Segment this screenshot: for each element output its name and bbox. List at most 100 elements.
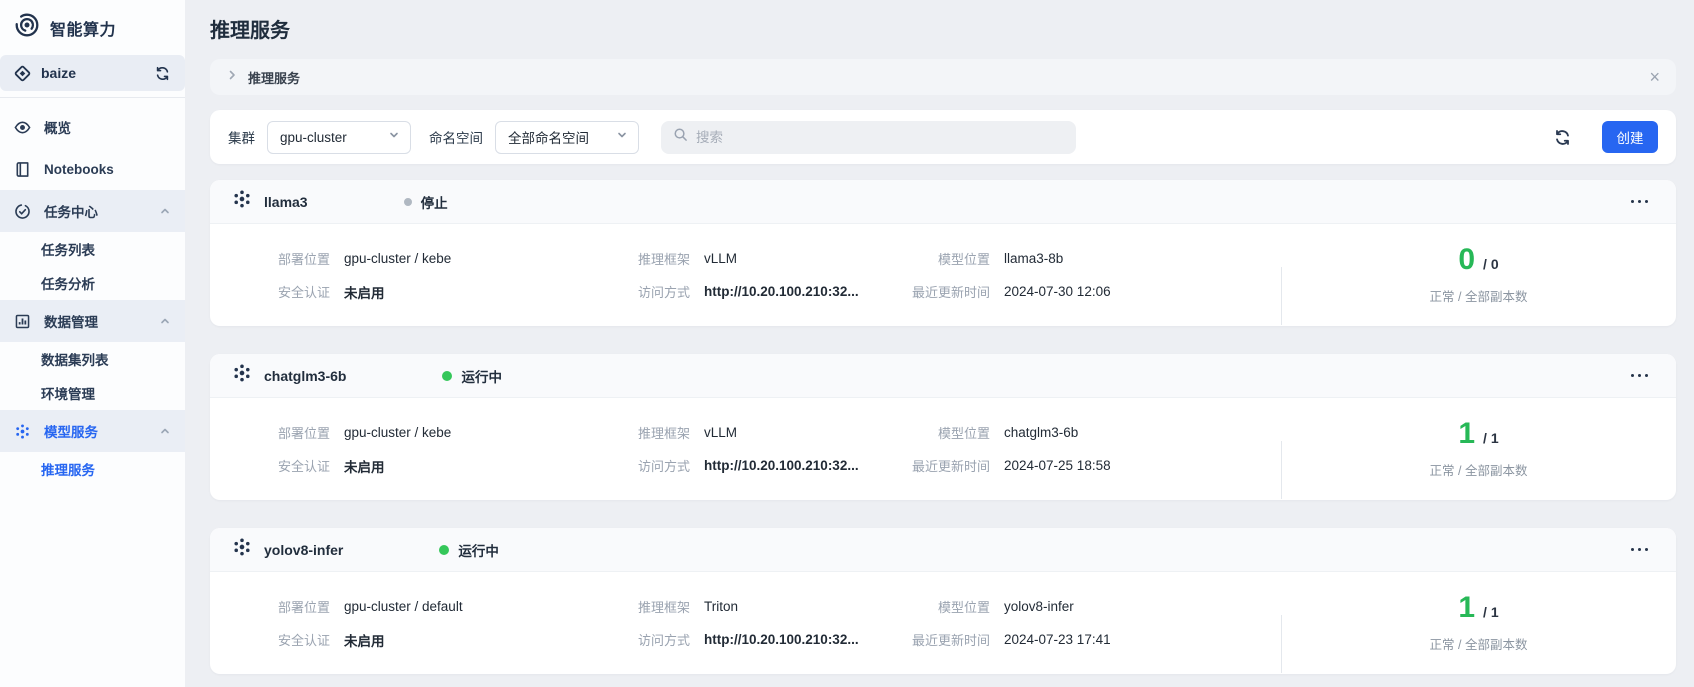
access-value[interactable]: http://10.20.100.210:32... [704, 284, 859, 299]
sidebar-section-data-management[interactable]: 数据管理 [0, 300, 185, 342]
workspace-swap-icon[interactable] [154, 65, 171, 82]
replicas-stat: 1 / 1 正常 / 全部副本数 [1281, 593, 1676, 653]
sidebar-item-task-list[interactable]: 任务列表 [0, 232, 185, 266]
replicas-caption: 正常 / 全部副本数 [1430, 634, 1528, 653]
service-name[interactable]: llama3 [264, 194, 308, 210]
service-icon [232, 363, 252, 388]
sidebar-item-environment-management[interactable]: 环境管理 [0, 376, 185, 410]
replicas-caption: 正常 / 全部副本数 [1430, 286, 1528, 305]
sidebar-item-label: Notebooks [44, 162, 114, 177]
model-value: chatglm3-6b [1004, 425, 1078, 440]
chevron-down-icon [616, 128, 628, 146]
namespace-select[interactable]: 全部命名空间 [495, 121, 639, 154]
status-badge: 停止 [404, 192, 448, 212]
service-card-body: 部署位置gpu-cluster / kebe 安全认证未启用 推理框架vLLM … [210, 398, 1676, 500]
access-value[interactable]: http://10.20.100.210:32... [704, 458, 859, 473]
auth-value: 未启用 [344, 282, 385, 302]
sidebar-item-overview[interactable]: 概览 [0, 106, 185, 148]
auth-label: 安全认证 [246, 456, 330, 475]
service-card-header: llama3 停止 [210, 180, 1676, 224]
auth-value: 未启用 [344, 456, 385, 476]
app-logo-icon [14, 12, 40, 43]
deploy-label: 部署位置 [246, 597, 330, 616]
service-card: yolov8-infer 运行中 部署位置gpu-cluster / defau… [210, 528, 1676, 674]
framework-value: Triton [704, 599, 738, 614]
workspace-name: baize [41, 65, 144, 81]
framework-label: 推理框架 [606, 249, 690, 268]
deploy-value: gpu-cluster / default [344, 599, 463, 614]
replicas-ready: 1 [1458, 419, 1475, 449]
sidebar-section-label: 模型服务 [44, 421, 98, 441]
access-value[interactable]: http://10.20.100.210:32... [704, 632, 859, 647]
replicas-total: / 0 [1483, 256, 1499, 272]
cluster-label: 集群 [228, 127, 255, 147]
access-label: 访问方式 [606, 456, 690, 475]
sidebar-item-inference-service[interactable]: 推理服务 [0, 452, 185, 486]
sidebar-section-label: 数据管理 [44, 311, 98, 331]
search-input[interactable] [696, 130, 1064, 145]
model-value: yolov8-infer [1004, 599, 1074, 614]
service-card: chatglm3-6b 运行中 部署位置gpu-cluster / kebe 安… [210, 354, 1676, 500]
cluster-select[interactable]: gpu-cluster [267, 121, 411, 154]
deploy-value: gpu-cluster / kebe [344, 251, 451, 266]
chevron-right-icon[interactable] [226, 68, 238, 86]
replicas-total: / 1 [1483, 604, 1499, 620]
replicas-ready: 1 [1458, 593, 1475, 623]
chevron-up-icon[interactable] [159, 315, 171, 327]
sidebar-nav: 概览 Notebooks 任务中心 任务列表 任务分析 [0, 106, 185, 486]
framework-value: vLLM [704, 251, 737, 266]
service-card-body: 部署位置gpu-cluster / kebe 安全认证未启用 推理框架vLLM … [210, 224, 1676, 326]
sidebar-section-model-service[interactable]: 模型服务 [0, 410, 185, 452]
replicas-total: / 1 [1483, 430, 1499, 446]
model-label: 模型位置 [906, 249, 990, 268]
main-content: 推理服务 推理服务 × 集群 gpu-cluster 命名空间 全部命名空间 [185, 0, 1694, 687]
sidebar-divider [0, 97, 185, 98]
status-stopped-dot [404, 198, 412, 206]
framework-label: 推理框架 [606, 423, 690, 442]
cluster-select-value: gpu-cluster [280, 130, 388, 145]
create-button[interactable]: 创建 [1602, 121, 1658, 153]
namespace-label: 命名空间 [429, 127, 483, 147]
updated-label: 最近更新时间 [906, 630, 990, 649]
chevron-up-icon[interactable] [159, 425, 171, 437]
framework-label: 推理框架 [606, 597, 690, 616]
access-label: 访问方式 [606, 282, 690, 301]
refresh-button[interactable] [1549, 124, 1576, 151]
service-card: llama3 停止 部署位置gpu-cluster / kebe 安全认证未启用… [210, 180, 1676, 326]
sidebar-item-task-analysis[interactable]: 任务分析 [0, 266, 185, 300]
sidebar-section-task-center[interactable]: 任务中心 [0, 190, 185, 232]
deploy-value: gpu-cluster / kebe [344, 425, 451, 440]
sidebar-item-dataset-list[interactable]: 数据集列表 [0, 342, 185, 376]
service-card-body: 部署位置gpu-cluster / default 安全认证未启用 推理框架Tr… [210, 572, 1676, 674]
sidebar-item-label: 推理服务 [41, 459, 95, 479]
updated-value: 2024-07-23 17:41 [1004, 632, 1111, 647]
service-name[interactable]: yolov8-infer [264, 542, 343, 558]
more-actions-button[interactable] [1629, 542, 1651, 558]
more-actions-button[interactable] [1629, 194, 1651, 210]
auth-label: 安全认证 [246, 282, 330, 301]
task-check-icon [14, 203, 31, 220]
service-name[interactable]: chatglm3-6b [264, 368, 346, 384]
close-icon[interactable]: × [1649, 68, 1660, 86]
replicas-ready: 0 [1458, 245, 1475, 275]
sidebar-item-label: 概览 [44, 117, 71, 137]
chevron-down-icon [388, 128, 400, 146]
framework-value: vLLM [704, 425, 737, 440]
sidebar-item-notebooks[interactable]: Notebooks [0, 148, 185, 190]
updated-label: 最近更新时间 [906, 456, 990, 475]
status-running-dot [442, 371, 452, 381]
workspace-switcher[interactable]: baize [0, 55, 185, 91]
sidebar-item-label: 任务分析 [41, 273, 95, 293]
search-box[interactable] [661, 121, 1076, 154]
book-icon [14, 161, 31, 178]
status-running-dot [439, 545, 449, 555]
deploy-label: 部署位置 [246, 423, 330, 442]
chevron-up-icon[interactable] [159, 205, 171, 217]
breadcrumb-item[interactable]: 推理服务 [248, 68, 300, 87]
replicas-caption: 正常 / 全部副本数 [1430, 460, 1528, 479]
model-value: llama3-8b [1004, 251, 1063, 266]
more-actions-button[interactable] [1629, 368, 1651, 384]
sidebar-item-label: 数据集列表 [41, 349, 109, 369]
workspace-icon [14, 65, 31, 82]
updated-value: 2024-07-30 12:06 [1004, 284, 1111, 299]
